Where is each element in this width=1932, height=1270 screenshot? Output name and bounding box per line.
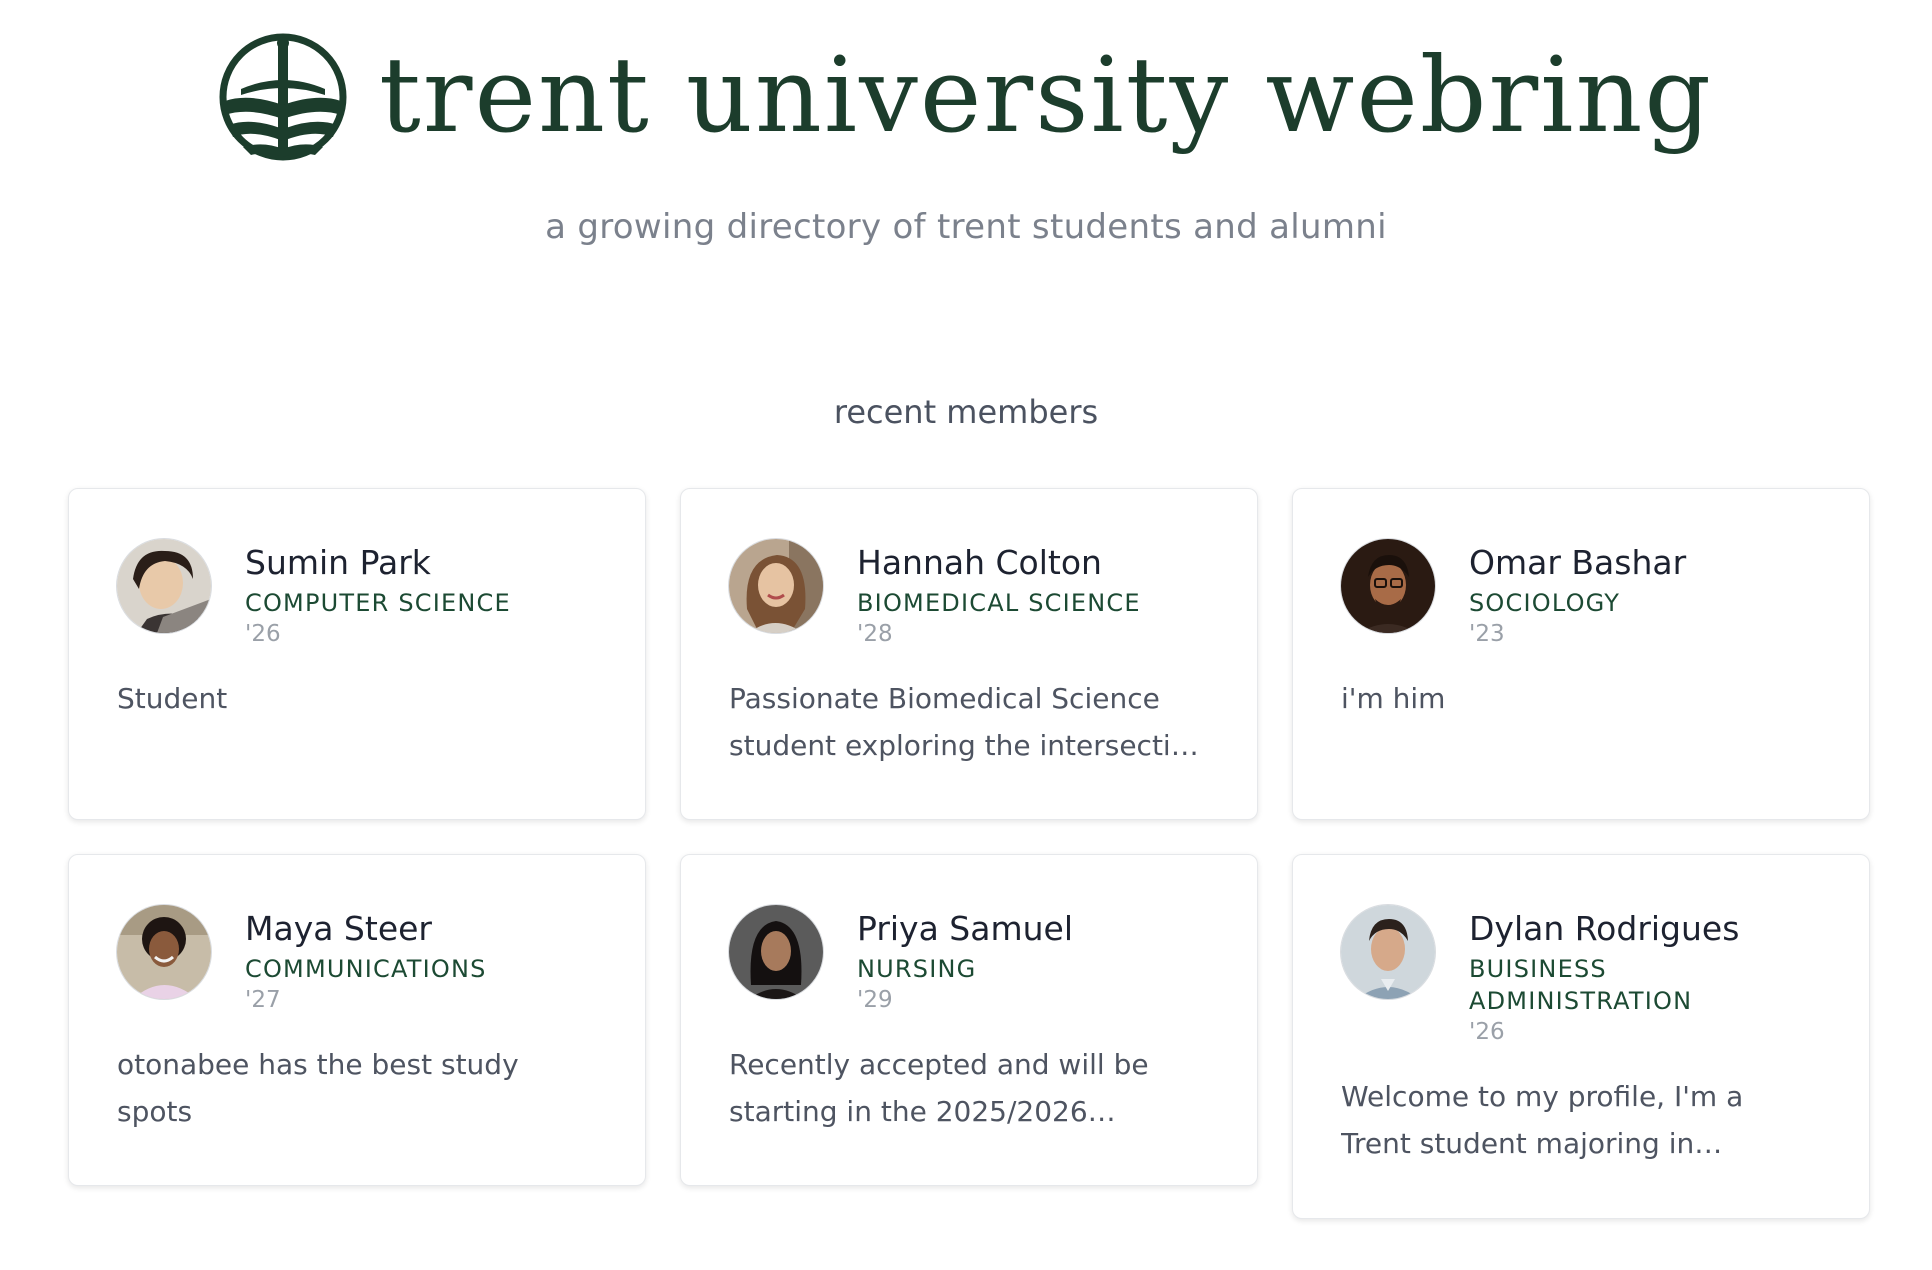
member-name: Omar Bashar: [1469, 543, 1687, 582]
member-name: Sumin Park: [245, 543, 431, 582]
member-bio: Welcome to my profile, I'm a Trent stude…: [1341, 1080, 1744, 1160]
member-year: '29: [857, 987, 893, 1013]
avatar-icon: [117, 539, 211, 633]
member-major: COMPUTER SCIENCE: [245, 589, 511, 617]
member-card-maya-steer[interactable]: Maya Steer COMMUNICATIONS '27 otonabee h…: [68, 854, 646, 1186]
member-year: '28: [857, 621, 893, 647]
member-name: Maya Steer: [245, 909, 432, 948]
recent-members-heading: recent members: [833, 393, 1099, 431]
member-major: BIOMEDICAL SCIENCE: [857, 589, 1141, 617]
site-title: trent university webring: [378, 34, 1714, 156]
member-major: BUISINESS ADMINISTRATION: [1469, 955, 1693, 1015]
member-card-priya-samuel[interactable]: Priya Samuel NURSING '29 Recently accept…: [680, 854, 1258, 1186]
member-bio: otonabee has the best study spots: [117, 1048, 519, 1128]
avatar-icon: [1341, 539, 1435, 633]
member-name: Hannah Colton: [857, 543, 1102, 582]
trent-shield-logo-icon: [219, 33, 347, 161]
member-card-hannah-colton[interactable]: Hannah Colton BIOMEDICAL SCIENCE '28 Pas…: [680, 488, 1258, 820]
member-major: SOCIOLOGY: [1469, 589, 1621, 617]
member-major: COMMUNICATIONS: [245, 955, 487, 983]
member-bio: Passionate Biomedical Science student ex…: [729, 682, 1206, 762]
member-bio: Student: [117, 682, 228, 715]
site-header: trent university webring: [0, 0, 1932, 190]
avatar-icon: [729, 905, 823, 999]
member-name: Priya Samuel: [857, 909, 1073, 948]
member-name: Dylan Rodrigues: [1469, 909, 1740, 948]
members-grid: Sumin Park COMPUTER SCIENCE '26 Student: [68, 488, 1870, 1219]
member-year: '23: [1469, 621, 1505, 647]
avatar-icon: [117, 905, 211, 999]
member-year: '27: [245, 987, 281, 1013]
member-card-dylan-rodrigues[interactable]: Dylan Rodrigues BUISINESS ADMINISTRATION…: [1292, 854, 1870, 1219]
avatar-icon: [729, 539, 823, 633]
member-major: NURSING: [857, 955, 977, 983]
avatar-icon: [1341, 905, 1435, 999]
member-bio: Recently accepted and will be starting i…: [729, 1048, 1149, 1128]
site-tagline: a growing directory of trent students an…: [545, 207, 1387, 247]
site-logo-link[interactable]: trent university webring: [219, 27, 1713, 163]
member-year: '26: [245, 621, 281, 647]
member-year: '26: [1469, 1019, 1505, 1045]
member-bio: i'm him: [1341, 682, 1446, 715]
member-card-sumin-park[interactable]: Sumin Park COMPUTER SCIENCE '26 Student: [68, 488, 646, 820]
member-card-omar-bashar[interactable]: Omar Bashar SOCIOLOGY '23 i'm him: [1292, 488, 1870, 820]
